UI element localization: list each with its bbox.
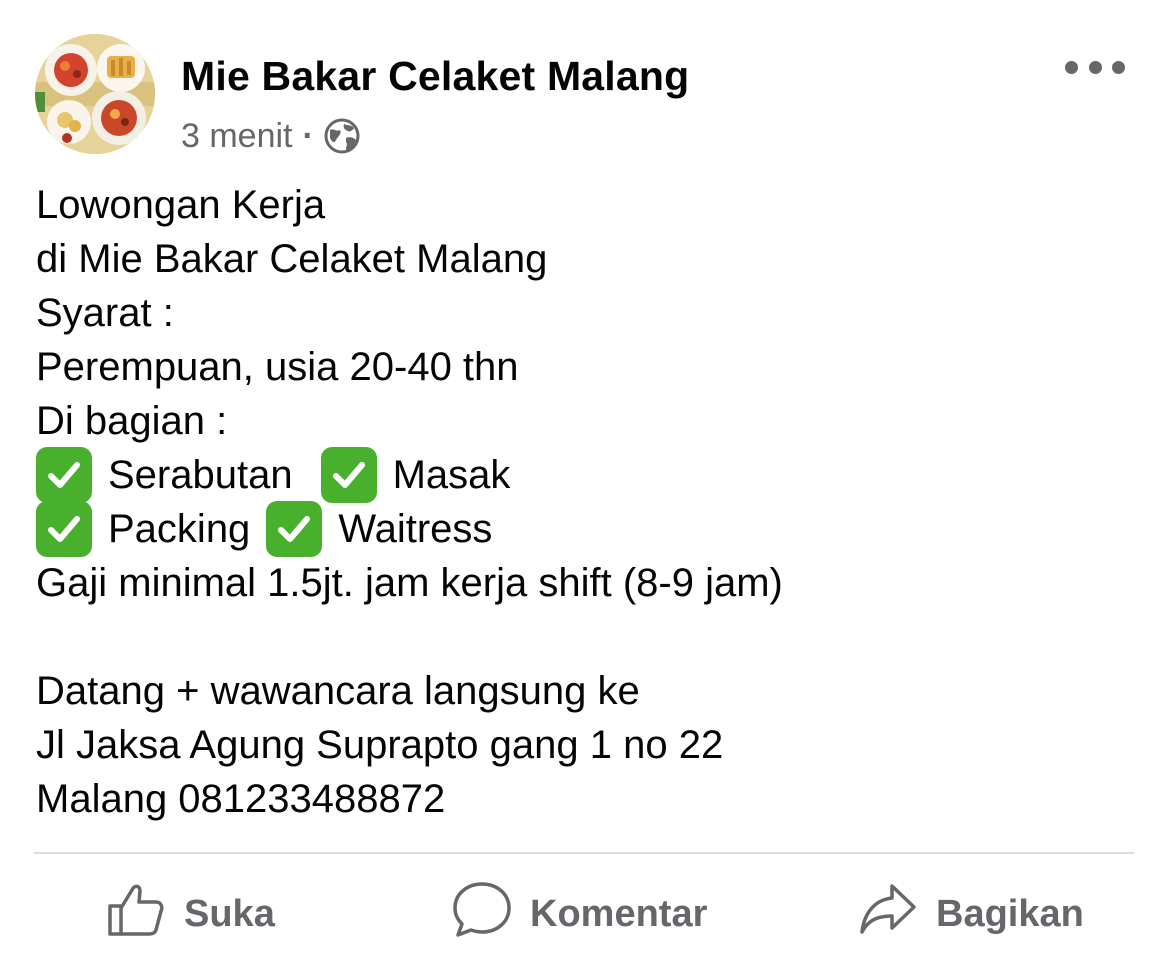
post-line: Datang + wawancara langsung ke	[36, 669, 640, 713]
thumbs-up-icon	[106, 880, 166, 948]
post-line-roles: Serabutan Masak	[36, 447, 1136, 503]
post-line: Di bagian :	[36, 399, 228, 443]
role-label: Masak	[392, 453, 511, 497]
share-label: Bagikan	[936, 892, 1084, 935]
post-line: Perempuan, usia 20-40 thn	[36, 345, 519, 389]
globe-icon	[324, 118, 360, 154]
post-line: Lowongan Kerja	[36, 183, 326, 227]
comment-button[interactable]: Komentar	[452, 876, 707, 952]
page-name[interactable]: Mie Bakar Celaket Malang	[181, 52, 689, 100]
post-line: Syarat :	[36, 291, 174, 335]
role-label: Packing	[108, 507, 251, 551]
post-header: Mie Bakar Celaket Malang 3 menit ·	[35, 34, 1135, 159]
post-line: Malang 081233488872	[36, 777, 446, 821]
divider	[34, 852, 1134, 854]
avatar[interactable]	[35, 34, 155, 154]
post-line: di Mie Bakar Celaket Malang	[36, 237, 548, 281]
post-time[interactable]: 3 menit	[181, 117, 293, 156]
more-options-button[interactable]	[1065, 52, 1125, 82]
check-mark-icon	[320, 447, 377, 503]
role-label: Serabutan	[108, 453, 293, 497]
comment-label: Komentar	[530, 892, 708, 935]
post-meta: 3 menit ·	[181, 114, 360, 158]
post-line: Gaji minimal 1.5jt. jam kerja shift (8-9…	[36, 561, 783, 605]
post-text: Lowongan Kerja di Mie Bakar Celaket Mala…	[36, 178, 1136, 826]
like-label: Suka	[184, 892, 275, 935]
check-mark-icon	[36, 447, 92, 503]
more-horizontal-icon	[1065, 60, 1078, 74]
share-arrow-icon	[858, 880, 918, 948]
check-mark-icon	[266, 501, 323, 557]
role-label: Waitress	[338, 507, 493, 551]
more-horizontal-icon	[1088, 60, 1102, 74]
post-line: Jl Jaksa Agung Suprapto gang 1 no 22	[36, 723, 724, 767]
more-horizontal-icon	[1112, 60, 1125, 74]
food-photo-icon	[35, 34, 155, 154]
check-mark-icon	[36, 501, 92, 557]
post-line-roles: Packing Waitress	[36, 501, 1136, 557]
meta-separator: ·	[302, 116, 314, 155]
comment-bubble-icon	[452, 880, 512, 948]
action-bar: Suka Komentar Bagikan	[34, 876, 1134, 952]
share-button[interactable]: Bagikan	[858, 876, 1084, 952]
like-button[interactable]: Suka	[106, 876, 275, 952]
